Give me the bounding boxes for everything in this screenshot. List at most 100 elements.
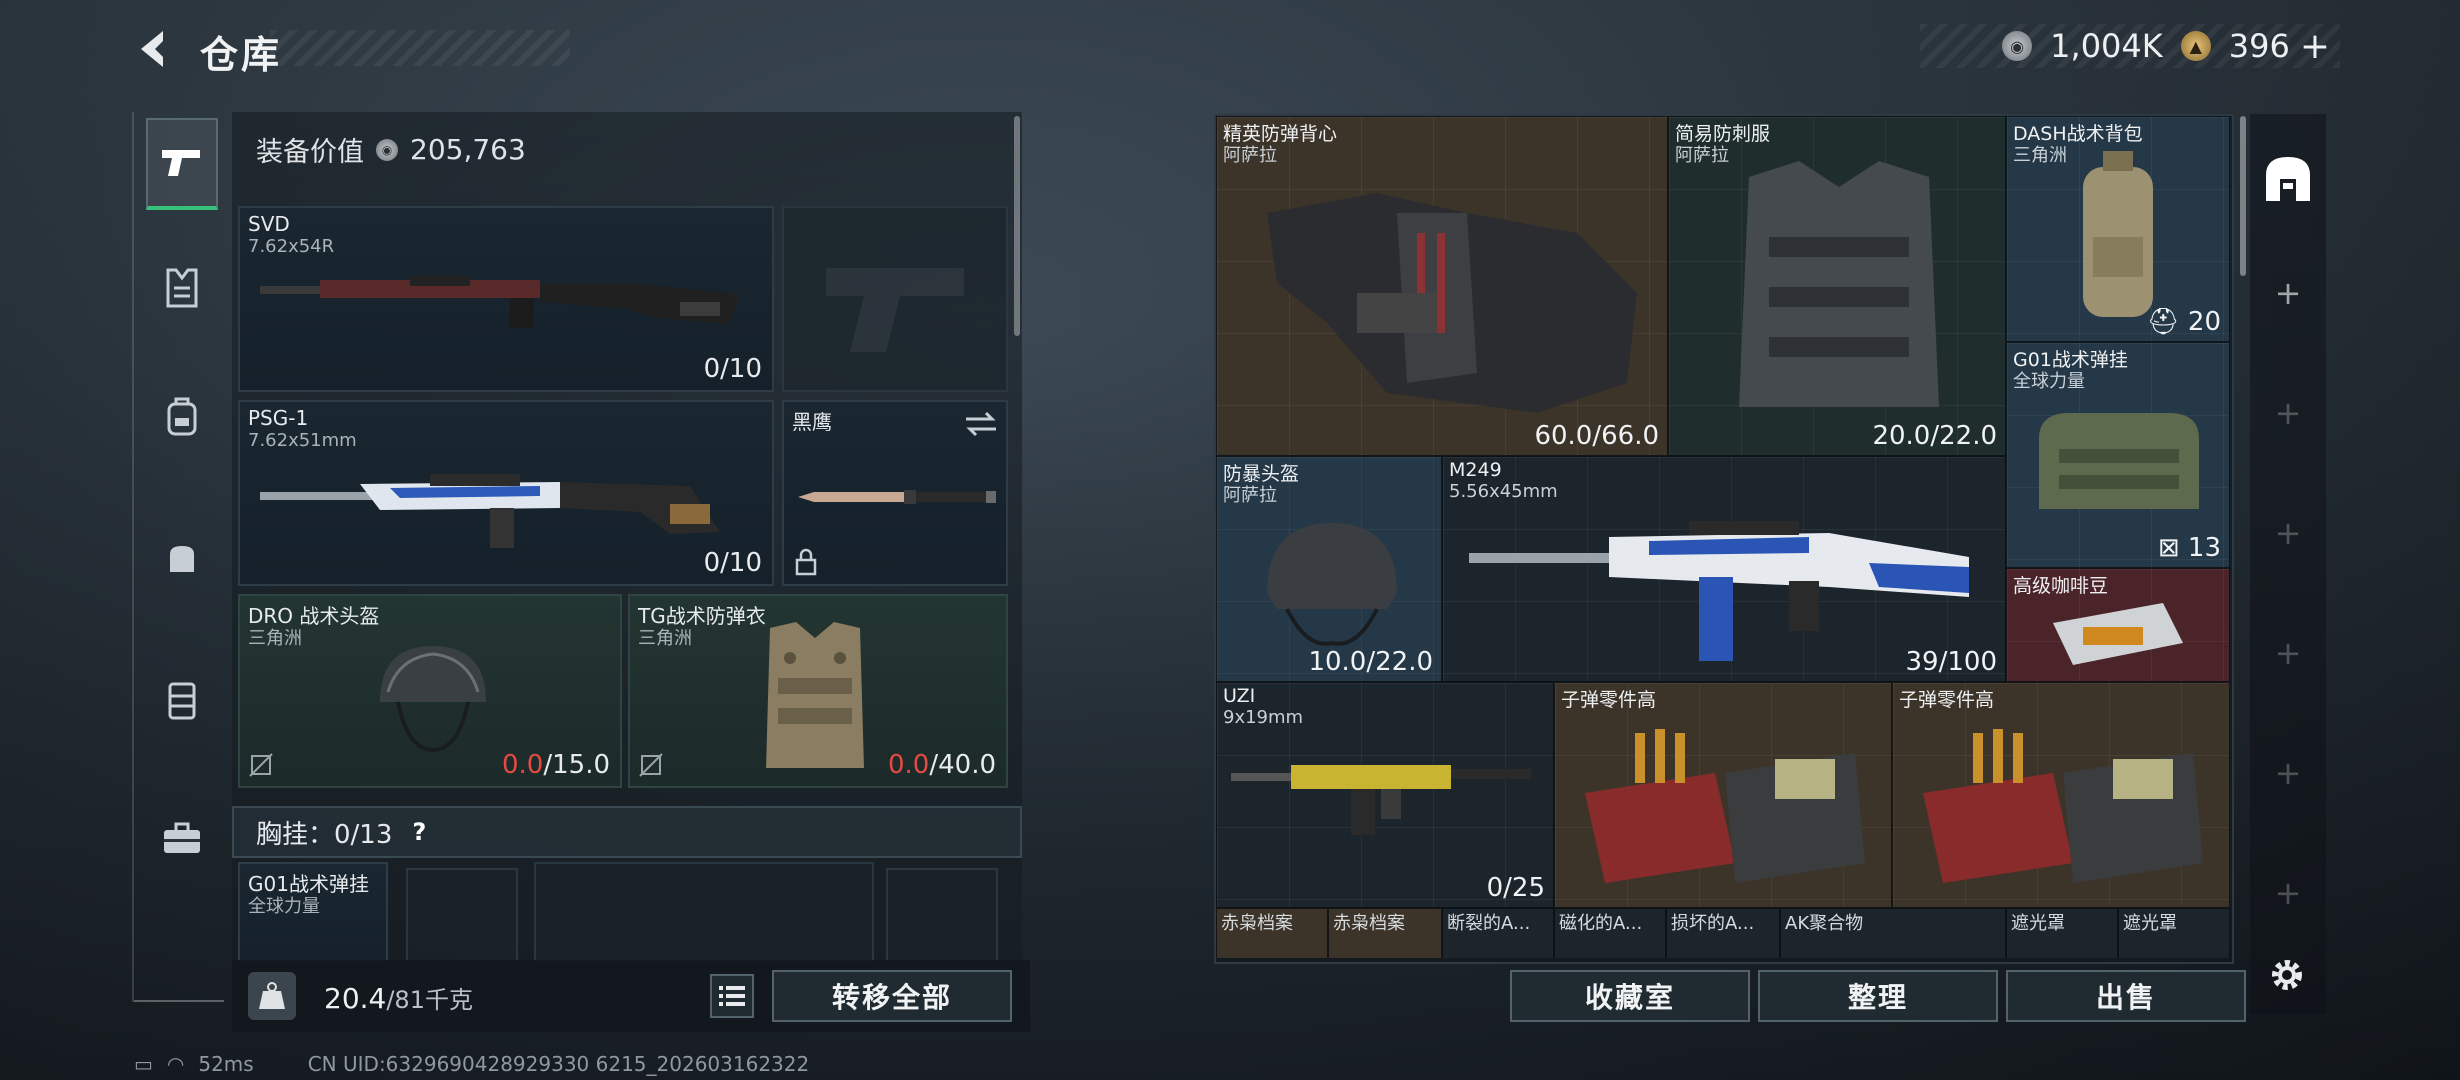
item-stack-count: ⊠ 13 <box>2157 533 2221 563</box>
stash-tab-add[interactable]: + <box>2250 358 2326 468</box>
rail-tab-case[interactable] <box>146 792 218 884</box>
slot-brand: 三角洲 <box>638 628 692 649</box>
item-brand: 阿萨拉 <box>1223 145 1277 166</box>
item-brand: 全球力量 <box>2013 371 2085 392</box>
vest-icon <box>168 682 196 720</box>
primary-weapon-slot[interactable]: SVD 7.62x54R 0/10 <box>238 206 774 392</box>
rail-tab-bag[interactable] <box>146 512 218 604</box>
chest-rig-pocket[interactable] <box>886 868 998 964</box>
sidearm-slot[interactable] <box>782 206 1008 392</box>
stash-item[interactable]: 子弹零件高 <box>1892 682 2230 908</box>
slot-name: 黑鹰 <box>792 410 832 434</box>
lock-icon <box>795 548 817 576</box>
stash-item[interactable]: 子弹零件高 <box>1554 682 1892 908</box>
equipment-value-label: 装备价值 <box>256 137 364 168</box>
bag-icon <box>170 546 194 572</box>
rail-tab-weapons[interactable] <box>146 118 218 210</box>
item-brand: 阿萨拉 <box>1223 485 1277 506</box>
stash-tab-add[interactable]: + <box>2250 718 2326 828</box>
helmet-icon <box>380 646 486 753</box>
item-name: 子弹零件高 <box>1561 689 1657 711</box>
stab-vest-icon <box>1739 161 1939 407</box>
weight-icon <box>248 972 296 1020</box>
equipment-panel: 装备价值 ◉ 205,763 SVD 7.62x54R 0/10 PSG-1 7… <box>232 112 1022 1032</box>
melee-slot[interactable]: 黑鹰 <box>782 400 1008 586</box>
swap-icon[interactable] <box>964 410 998 438</box>
list-view-button[interactable] <box>710 974 754 1018</box>
add-gold-button[interactable]: + <box>2300 26 2330 67</box>
item-durability: 10.0/22.0 <box>1308 647 1433 677</box>
stash-item[interactable]: 简易防刺服 阿萨拉 20.0/22.0 <box>1668 116 2006 456</box>
item-ammo: 39/100 <box>1905 647 1997 677</box>
stash-item[interactable]: AK聚合物 <box>1780 908 2006 958</box>
item-name: 子弹零件高 <box>1899 689 1995 711</box>
repair-icon <box>249 753 273 777</box>
rail-tab-backpack[interactable] <box>146 370 218 462</box>
rail-tab-vest[interactable] <box>146 654 218 746</box>
stash-item[interactable]: M249 5.56x45mm 39/100 <box>1442 456 2006 682</box>
stash-item[interactable]: UZI 9x19mm 0/25 <box>1216 682 1554 908</box>
item-ammo: 0/25 <box>1486 873 1545 903</box>
chest-rig-pocket[interactable] <box>406 868 518 964</box>
item-name: 磁化的A... <box>1559 913 1643 934</box>
item-name: 赤枭档案 <box>1333 913 1405 934</box>
item-name: UZI <box>1223 685 1256 707</box>
item-name: M249 <box>1449 459 1502 481</box>
stash-item[interactable]: 磁化的A... <box>1554 908 1666 958</box>
rail-divider <box>134 1000 224 1002</box>
stash-item[interactable]: 遮光罩 <box>2118 908 2230 958</box>
durability-current: 0.0 <box>501 750 544 780</box>
settings-button[interactable] <box>2262 950 2312 1000</box>
stash-tab-add[interactable]: + <box>2250 598 2326 708</box>
helmet-slot[interactable]: DRO 战术头盔 三角洲 0.0/15.0 <box>238 594 622 788</box>
stash-item[interactable]: G01战术弹挂 全球力量 ⊠ 13 <box>2006 342 2230 568</box>
stash-item[interactable]: 损坏的A... <box>1666 908 1780 958</box>
rail-tab-chest-rig[interactable] <box>146 242 218 334</box>
stash-item[interactable]: 防暴头盔 阿萨拉 10.0/22.0 <box>1216 456 1442 682</box>
uzi-smg-icon <box>1231 765 1531 835</box>
stash-item[interactable]: 遮光罩 <box>2006 908 2118 958</box>
gold-balance: 396 <box>2228 27 2290 65</box>
secondary-weapon-slot[interactable]: PSG-1 7.62x51mm 0/10 <box>238 400 774 586</box>
slot-caliber: 7.62x51mm <box>248 430 357 451</box>
transfer-all-button[interactable]: 转移全部 <box>772 970 1012 1022</box>
weight-current: 20.4 <box>324 982 387 1015</box>
silver-coin-icon: ◉ <box>376 138 398 161</box>
stash-scrollbar[interactable] <box>2240 116 2246 276</box>
chest-rig-pocket[interactable] <box>534 862 874 962</box>
durability-max: /15.0 <box>543 750 610 780</box>
item-name: AK聚合物 <box>1785 913 1864 934</box>
back-button[interactable] <box>128 24 182 74</box>
stash-tab-main[interactable] <box>2250 124 2326 234</box>
pistol-icon <box>162 150 200 176</box>
item-stack-count: ⛑ 20 <box>2146 307 2221 337</box>
equipment-scrollbar[interactable] <box>1014 116 1020 336</box>
armor-slot[interactable]: TG战术防弹衣 三角洲 0.0/40.0 <box>628 594 1008 788</box>
stash-item[interactable]: 赤枭档案 <box>1328 908 1442 958</box>
svd-rifle-icon <box>260 276 740 328</box>
organize-button[interactable]: 整理 <box>1758 970 1998 1022</box>
ammo-parts-icon <box>1585 729 1865 883</box>
silver-coin-icon: ◉ <box>2002 31 2033 61</box>
collection-room-button[interactable]: 收藏室 <box>1510 970 1750 1022</box>
chest-rig-help-button[interactable]: ? <box>412 818 426 846</box>
stash-item[interactable]: 断裂的A... <box>1442 908 1554 958</box>
stash-item[interactable]: 高级咖啡豆 <box>2006 568 2230 682</box>
inventory-footer: 20.4/81千克 转移全部 <box>232 960 1030 1032</box>
stash-item[interactable]: 赤枭档案 <box>1216 908 1328 958</box>
status-bar: ▭ ◠ 52ms CN UID:6329690428929330 6215_20… <box>134 1052 809 1076</box>
riot-helmet-icon <box>1267 523 1397 646</box>
stash-tab-add[interactable]: + <box>2250 238 2326 348</box>
stash-item[interactable]: 精英防弹背心 阿萨拉 60.0/66.0 <box>1216 116 1668 456</box>
item-name: 损坏的A... <box>1671 913 1755 934</box>
chest-rig-icon <box>166 268 198 308</box>
stash-tab-add[interactable]: + <box>2250 838 2326 948</box>
ammo-count: 0/10 <box>703 354 762 384</box>
wifi-icon: ◠ <box>166 1052 185 1076</box>
slot-brand: 全球力量 <box>248 896 320 917</box>
stash-item[interactable]: DASH战术背包 三角洲 ⛑ 20 <box>2006 116 2230 342</box>
ping: 52ms <box>198 1052 254 1076</box>
stash-tab-add[interactable]: + <box>2250 478 2326 588</box>
sell-button[interactable]: 出售 <box>2006 970 2246 1022</box>
chest-rig-slot[interactable]: G01战术弹挂 全球力量 <box>238 862 388 962</box>
